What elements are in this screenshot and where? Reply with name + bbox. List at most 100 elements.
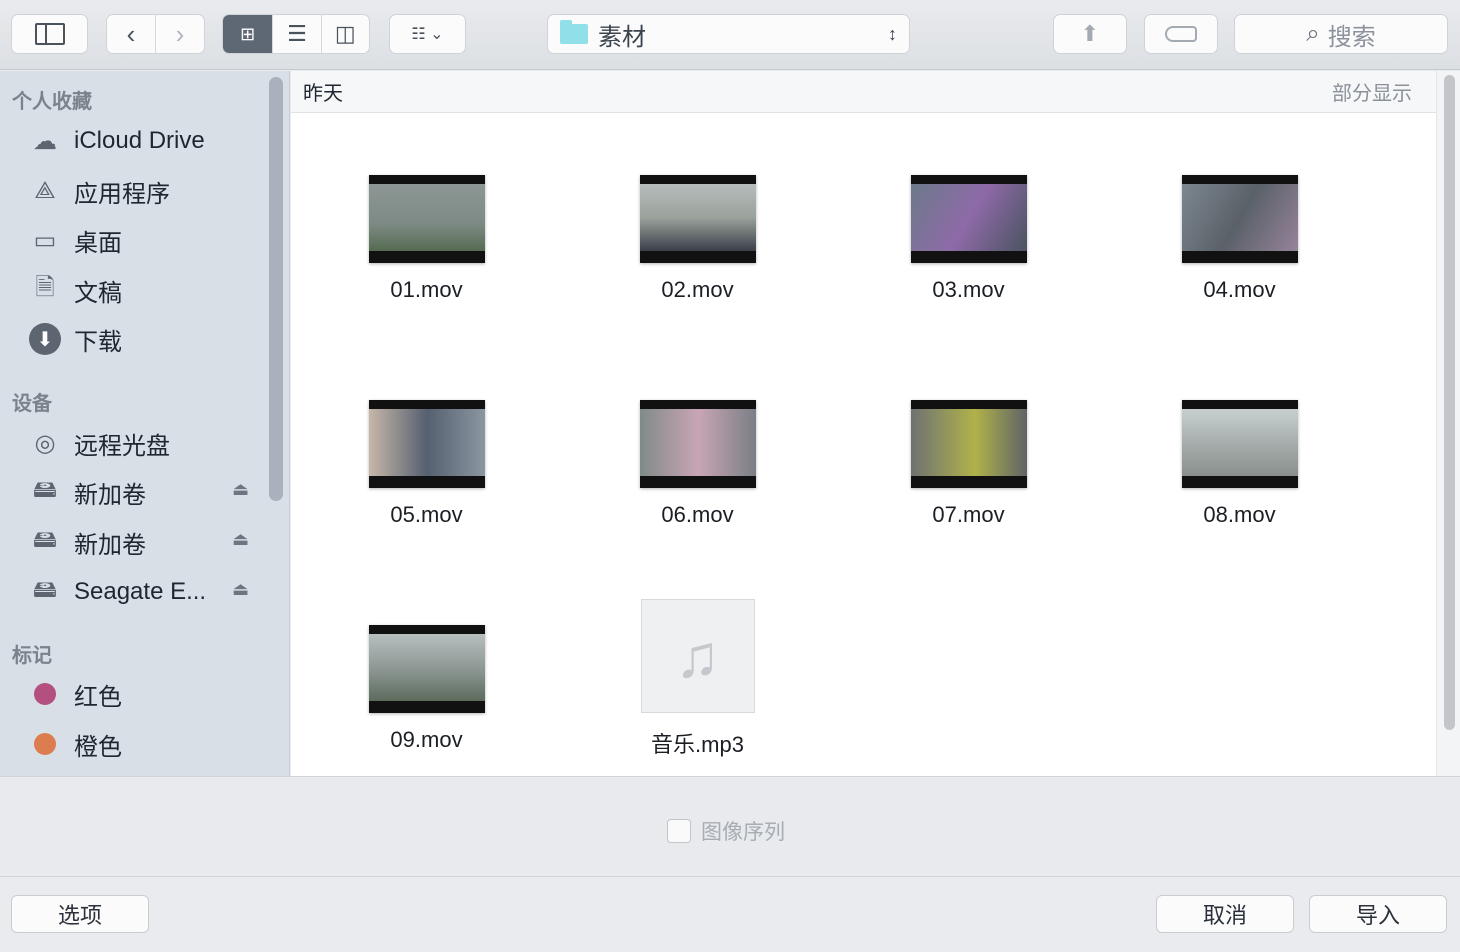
sidebar-item-documents[interactable]: 🗎 文稿 xyxy=(28,270,258,310)
sidebar-item-icloud[interactable]: ☁ iCloud Drive xyxy=(28,121,258,161)
import-button[interactable]: 导入 xyxy=(1309,895,1447,933)
sidebar-item-label: 红色 xyxy=(74,683,122,711)
sidebar-item-volume-1[interactable]: 🖴 新加卷 xyxy=(28,472,258,512)
video-thumbnail xyxy=(368,175,485,263)
sidebar-item-tag-orange[interactable]: 橙色 xyxy=(28,724,258,764)
folder-icon xyxy=(560,20,588,44)
sidebar-item-downloads[interactable]: ⬇ 下载 xyxy=(28,319,258,359)
sidebar-item-label: 远程光盘 xyxy=(74,432,170,460)
sidebar-item-volume-2[interactable]: 🖴 新加卷 xyxy=(28,522,258,562)
path-label: 素材 xyxy=(598,23,646,51)
search-icon: ⌕ xyxy=(1306,20,1320,47)
file-item[interactable]: 01.mov xyxy=(291,175,562,400)
favorites-header: 个人收藏 xyxy=(12,91,92,113)
file-name: 08.mov xyxy=(1203,502,1276,527)
video-thumbnail xyxy=(368,625,485,713)
list-view-button[interactable]: ☰ xyxy=(273,15,322,53)
documents-icon: 🗎 xyxy=(35,273,55,301)
sidebar-item-applications[interactable]: ⟁ 应用程序 xyxy=(28,171,258,211)
eject-icon[interactable]: ⏏ xyxy=(232,579,249,600)
arrange-button[interactable]: ☷ ⌄ xyxy=(389,14,466,54)
disc-icon: ◎ xyxy=(34,429,56,457)
file-name: 09.mov xyxy=(390,727,463,752)
drive-icon: 🖴 xyxy=(32,525,58,553)
sidebar-item-label: 文稿 xyxy=(74,279,122,307)
tags-header: 标记 xyxy=(12,645,52,667)
sidebar-item-label: 新加卷 xyxy=(74,481,146,509)
file-name: 01.mov xyxy=(390,277,463,302)
tag-dot-icon xyxy=(34,733,56,755)
file-item[interactable]: 02.mov xyxy=(562,175,833,400)
video-thumbnail xyxy=(1181,175,1298,263)
cancel-button[interactable]: 取消 xyxy=(1156,895,1294,933)
video-thumbnail xyxy=(639,400,756,488)
file-name: 03.mov xyxy=(932,277,1005,302)
file-item[interactable]: 06.mov xyxy=(562,400,833,625)
grid-icon: ⊞ xyxy=(240,23,256,44)
devices-header: 设备 xyxy=(12,393,52,415)
applications-icon: ⟁ xyxy=(34,177,56,204)
scrollbar-thumb[interactable] xyxy=(1444,75,1455,730)
eject-icon[interactable]: ⏏ xyxy=(232,479,249,500)
file-item[interactable]: 07.mov xyxy=(833,400,1104,625)
file-item[interactable]: 05.mov xyxy=(291,400,562,625)
columns-icon: ◫ xyxy=(334,21,356,46)
path-popup[interactable]: 素材 ↕ xyxy=(547,14,910,54)
column-view-button[interactable]: ◫ xyxy=(322,15,369,53)
toolbar: ‹ › ⊞ ☰ ◫ ☷ ⌄ 素材 ↕ ⬆ ⌕ 搜索 xyxy=(0,0,1460,70)
sidebar-item-tag-red[interactable]: 红色 xyxy=(28,674,258,714)
sidebar-item-desktop[interactable]: ▭ 桌面 xyxy=(28,220,258,260)
tag-button[interactable] xyxy=(1144,14,1218,54)
sidebar-item-seagate[interactable]: 🖴 Seagate E... xyxy=(28,572,258,612)
sidebar-toggle-button[interactable] xyxy=(11,14,88,54)
view-mode-control: ⊞ ☰ ◫ xyxy=(222,14,370,54)
file-name: 05.mov xyxy=(390,502,463,527)
desktop-icon: ▭ xyxy=(33,226,57,254)
tag-dot-icon xyxy=(34,683,56,705)
video-thumbnail xyxy=(910,175,1027,263)
content-scrollbar[interactable] xyxy=(1436,71,1460,776)
file-name: 音乐.mp3 xyxy=(651,732,744,757)
icon-view-button[interactable]: ⊞ xyxy=(223,15,274,53)
sidebar-item-label: 下载 xyxy=(74,328,122,356)
updown-icon: ↕ xyxy=(888,23,897,44)
file-name: 04.mov xyxy=(1203,277,1276,302)
file-name: 06.mov xyxy=(661,502,734,527)
forward-button[interactable]: › xyxy=(156,15,204,53)
back-button[interactable]: ‹ xyxy=(107,15,156,53)
nav-buttons: ‹ › xyxy=(106,14,205,54)
share-button[interactable]: ⬆ xyxy=(1053,14,1127,54)
file-item[interactable]: 04.mov xyxy=(1104,175,1375,400)
sidebar-item-remote-disc[interactable]: ◎ 远程光盘 xyxy=(28,423,258,463)
chevron-right-icon: › xyxy=(175,18,185,49)
video-thumbnail xyxy=(368,400,485,488)
chevron-left-icon: ‹ xyxy=(126,18,136,49)
file-item[interactable]: 03.mov xyxy=(833,175,1104,400)
sidebar-scrollbar[interactable] xyxy=(269,77,283,501)
sidebar-item-label: Seagate E... xyxy=(74,578,207,605)
arrange-icon: ☷ ⌄ xyxy=(411,26,444,43)
file-name: 07.mov xyxy=(932,502,1005,527)
sidebar-item-label: 新加卷 xyxy=(74,531,146,559)
sidebar-item-label: 桌面 xyxy=(74,229,122,257)
checkbox-label: 图像序列 xyxy=(701,821,785,844)
search-field[interactable]: ⌕ 搜索 xyxy=(1234,14,1448,54)
drive-icon: 🖴 xyxy=(32,575,58,603)
show-less-link[interactable]: 部分显示 xyxy=(1332,77,1412,106)
video-thumbnail xyxy=(1181,400,1298,488)
file-browser: 昨天 部分显示 01.mov 02.mov 03.mov 04.mov 05.mo… xyxy=(291,71,1436,776)
sidebar-icon xyxy=(34,23,65,45)
eject-icon[interactable]: ⏏ xyxy=(232,529,249,550)
sidebar-item-label: 应用程序 xyxy=(74,180,170,208)
file-item[interactable]: 08.mov xyxy=(1104,400,1375,625)
group-title: 昨天 xyxy=(303,83,343,105)
options-button[interactable]: 选项 xyxy=(11,895,149,933)
file-name: 02.mov xyxy=(661,277,734,302)
checkbox-box[interactable] xyxy=(667,819,691,843)
options-area: 图像序列 xyxy=(0,776,1460,877)
drive-icon: 🖴 xyxy=(32,475,58,503)
video-thumbnail xyxy=(910,400,1027,488)
cloud-icon: ☁ xyxy=(33,127,57,155)
image-sequence-checkbox[interactable]: 图像序列 xyxy=(667,816,785,846)
list-icon: ☰ xyxy=(287,21,307,46)
